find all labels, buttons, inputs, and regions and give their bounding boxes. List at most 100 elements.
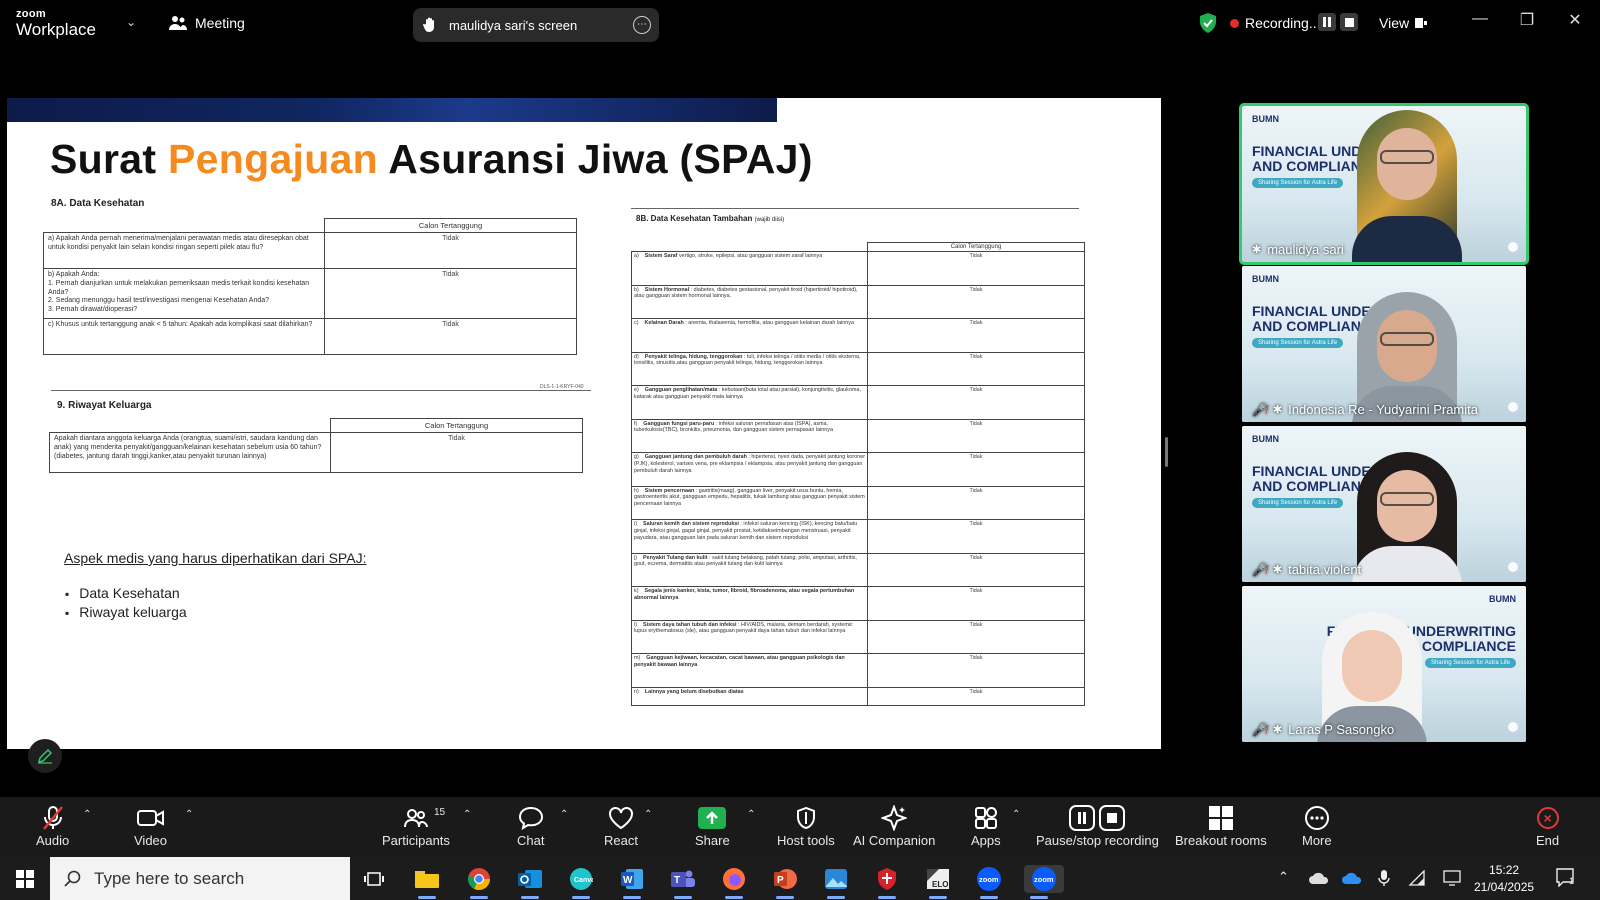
aspek-heading: Aspek medis yang harus diperhatikan dari… bbox=[64, 550, 367, 566]
minimize-icon[interactable]: — bbox=[1465, 10, 1495, 28]
breakout-rooms-button[interactable]: Breakout rooms bbox=[1175, 803, 1267, 848]
question-cell: b) Apakah Anda: 1. Pernah dianjurkan unt… bbox=[43, 268, 325, 319]
table-row: b) Apakah Anda: 1. Pernah dianjurkan unt… bbox=[43, 268, 577, 319]
zoom-workplace-app-icon[interactable]: zoom bbox=[1024, 865, 1064, 899]
stop-recording-button[interactable] bbox=[1340, 13, 1358, 31]
section-8a-heading: 8A. Data Kesehatan bbox=[51, 198, 145, 209]
apps-options-caret-icon[interactable]: ⌃ bbox=[1012, 809, 1020, 820]
audio-options-caret-icon[interactable]: ⌃ bbox=[83, 809, 91, 820]
background-logo-text: BUMN bbox=[1252, 274, 1279, 284]
participants-button[interactable]: 15 Participants bbox=[382, 803, 450, 848]
show-hidden-icons[interactable]: ⌃ bbox=[1278, 869, 1289, 885]
answer-cell: Tidak bbox=[330, 432, 583, 473]
host-tools-label: Host tools bbox=[777, 833, 835, 848]
apps-label: Apps bbox=[971, 833, 1001, 848]
screen-share-indicator[interactable]: maulidya sari's screen ⋯ bbox=[413, 8, 659, 42]
video-options-caret-icon[interactable]: ⌃ bbox=[185, 809, 193, 820]
chat-button[interactable]: Chat bbox=[517, 803, 544, 848]
item-label: a) bbox=[634, 253, 639, 259]
elo-app-icon[interactable]: ELO bbox=[923, 865, 953, 899]
table-row: c) Kelainan Darah : anemia, thalasemia, h… bbox=[631, 318, 1085, 353]
participant-name-label: 🎤̸ ✱ Indonesia Re - Yudyarini Pramita bbox=[1252, 402, 1478, 417]
pause-stop-icon bbox=[1069, 805, 1126, 831]
annotate-button[interactable] bbox=[28, 739, 62, 773]
tile-options-icon[interactable] bbox=[1508, 722, 1518, 732]
share-options-caret-icon[interactable]: ⌃ bbox=[747, 809, 755, 820]
meeting-tab[interactable]: Meeting bbox=[169, 15, 245, 31]
tile-options-icon[interactable] bbox=[1508, 562, 1518, 572]
zoom-app-icon[interactable]: zoom bbox=[974, 865, 1004, 899]
question-cell: l) Sistem daya tahan tubuh dan infeksi : … bbox=[631, 619, 868, 654]
host-tools-button[interactable]: Host tools bbox=[777, 803, 835, 848]
tile-options-icon[interactable] bbox=[1508, 402, 1518, 412]
video-tile[interactable]: BUMN FINANCIAL UNDERWRITING AND COMPLIANCE… bbox=[1242, 266, 1526, 422]
file-explorer-icon[interactable] bbox=[412, 865, 442, 899]
firefox-icon[interactable] bbox=[719, 865, 749, 899]
wifi-icon[interactable] bbox=[1408, 870, 1426, 886]
apps-button[interactable]: Apps bbox=[971, 803, 1001, 848]
table-row: g) Gangguan jantung dan pembuluh darah : … bbox=[631, 452, 1085, 487]
pause-recording-button[interactable] bbox=[1318, 13, 1336, 31]
task-view-icon[interactable] bbox=[359, 865, 389, 893]
powerpoint-icon[interactable]: P bbox=[770, 865, 800, 899]
chrome-icon[interactable] bbox=[464, 865, 494, 899]
tile-options-icon[interactable] bbox=[1508, 242, 1518, 252]
background-subtitle: Sharing Session for Astra Life bbox=[1252, 498, 1344, 508]
restore-icon[interactable]: ❐ bbox=[1512, 10, 1542, 30]
video-tile[interactable]: BUMN FINANCIAL UNDERWRITING AND COMPLIANCE… bbox=[1239, 103, 1529, 265]
item-label: e) bbox=[634, 387, 639, 393]
pause-stop-recording-button[interactable]: Pause/stop recording bbox=[1036, 803, 1159, 848]
share-button[interactable]: Share bbox=[695, 803, 730, 848]
microphone-tray-icon[interactable] bbox=[1378, 869, 1390, 887]
security-app-icon[interactable] bbox=[872, 865, 902, 899]
react-options-caret-icon[interactable]: ⌃ bbox=[644, 809, 652, 820]
item-label: l) bbox=[634, 621, 637, 628]
photos-icon[interactable] bbox=[821, 865, 851, 899]
teams-icon[interactable]: T bbox=[668, 865, 698, 899]
video-tile[interactable]: BUMN FINANCIAL UNDERWRITING AND COMPLIANCE… bbox=[1242, 426, 1526, 582]
windows-start-icon[interactable] bbox=[16, 870, 34, 888]
more-options-icon[interactable]: ⋯ bbox=[633, 16, 651, 34]
participants-options-caret-icon[interactable]: ⌃ bbox=[463, 809, 471, 820]
notification-button[interactable]: 1 bbox=[1555, 867, 1575, 890]
taskbar-search-input[interactable]: Type here to search bbox=[50, 857, 350, 900]
onedrive-icon[interactable] bbox=[1309, 872, 1329, 884]
display-icon[interactable] bbox=[1443, 870, 1461, 886]
word-icon[interactable]: W bbox=[617, 865, 647, 899]
item-title: Sistem Hormonal bbox=[644, 286, 690, 293]
question-cell: d) Penyakit telinga, hidung, tenggorokan … bbox=[631, 351, 868, 386]
more-icon bbox=[1304, 806, 1329, 830]
question-cell: j) Penyakit Tulang dan kulit : sakit tula… bbox=[631, 552, 868, 587]
chat-options-caret-icon[interactable]: ⌃ bbox=[560, 809, 568, 820]
slide-header-band bbox=[7, 98, 777, 122]
canva-icon[interactable]: Canva bbox=[566, 865, 596, 899]
ai-companion-button[interactable]: AI Companion bbox=[853, 803, 935, 848]
video-button[interactable]: Video bbox=[134, 803, 167, 848]
close-icon[interactable]: ✕ bbox=[1560, 10, 1590, 30]
table-row: j) Penyakit Tulang dan kulit : sakit tula… bbox=[631, 552, 1085, 587]
table-row: i) Saluran kemih dan sistem reproduksi : … bbox=[631, 519, 1085, 554]
search-placeholder: Type here to search bbox=[94, 868, 245, 888]
outlook-icon[interactable] bbox=[515, 865, 545, 899]
meeting-toolbar: Audio ⌃ Video ⌃ 15 Participants ⌃ Chat ⌃… bbox=[0, 797, 1600, 857]
panel-splitter-handle[interactable] bbox=[1165, 437, 1168, 467]
pause-icon bbox=[1323, 17, 1331, 27]
taskbar-clock[interactable]: 15:22 21/04/2025 bbox=[1474, 862, 1534, 896]
zoom-workplace-logo[interactable]: zoom Workplace bbox=[16, 9, 96, 39]
background-subtitle: Sharing Session for Astra Life bbox=[1252, 178, 1344, 188]
meeting-label: Meeting bbox=[195, 15, 245, 31]
chevron-down-icon[interactable]: ⌄ bbox=[126, 15, 136, 29]
end-button[interactable]: × End bbox=[1536, 803, 1559, 848]
react-button[interactable]: React bbox=[604, 803, 638, 848]
encryption-shield-icon[interactable] bbox=[1198, 12, 1218, 34]
item-title: Penyakit Tulang dan kulit bbox=[643, 554, 708, 561]
view-button[interactable]: View bbox=[1379, 15, 1428, 31]
more-button[interactable]: More bbox=[1302, 803, 1332, 848]
video-tile[interactable]: BUMN FINANCIAL UNDERWRITING AND COMPLIANCE… bbox=[1242, 586, 1526, 742]
item-text: : anemia, thalasemia, hemofilia, atau ga… bbox=[685, 320, 854, 326]
camera-icon bbox=[136, 810, 164, 826]
svg-text:T: T bbox=[674, 875, 680, 886]
shared-screen-slide: Surat Pengajuan Asuransi Jiwa (SPAJ) 8A.… bbox=[7, 98, 1161, 749]
audio-button[interactable]: Audio bbox=[36, 803, 69, 848]
onedrive-business-icon[interactable] bbox=[1342, 872, 1362, 884]
